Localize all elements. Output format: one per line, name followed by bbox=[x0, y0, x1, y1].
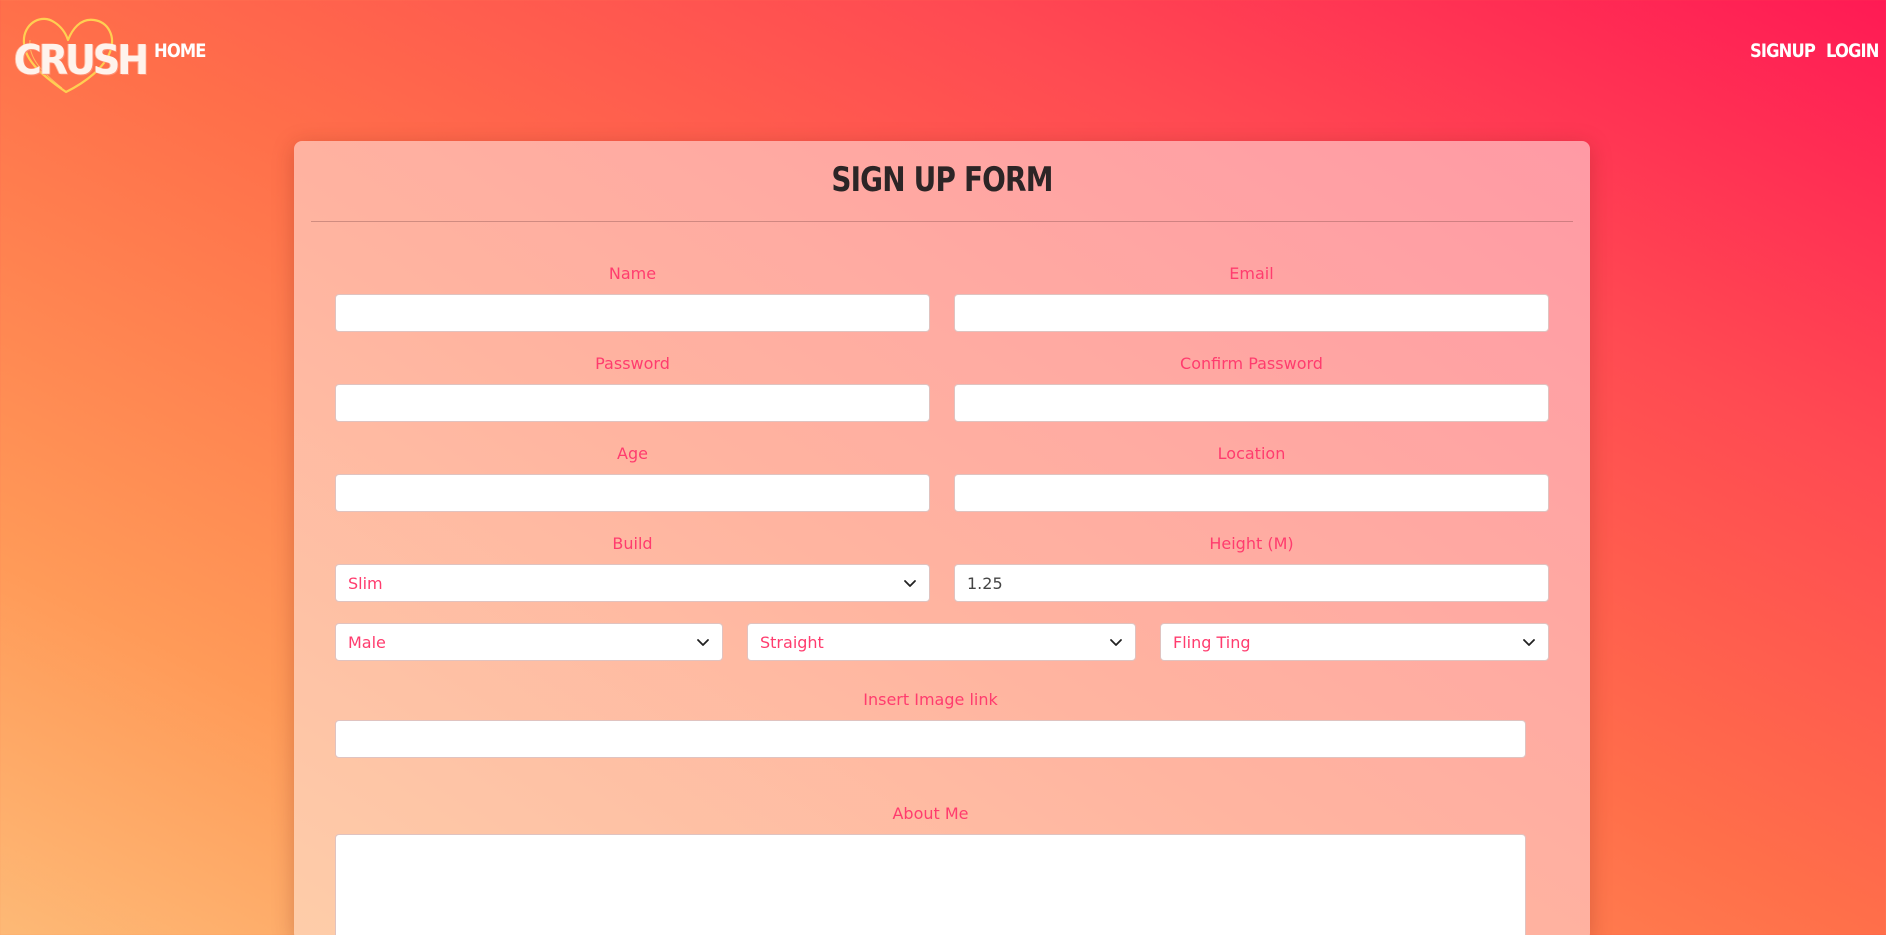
about-me-textarea[interactable] bbox=[335, 834, 1526, 935]
chevron-down-icon bbox=[1523, 639, 1535, 646]
password-input[interactable] bbox=[335, 384, 930, 422]
title-divider bbox=[311, 221, 1573, 222]
about-me-label: About Me bbox=[892, 804, 969, 823]
orientation-selected-value: Straight bbox=[760, 632, 824, 652]
gender-selected-value: Male bbox=[348, 632, 386, 652]
build-selected-value: Slim bbox=[348, 573, 383, 593]
location-input[interactable] bbox=[954, 474, 1549, 512]
chevron-down-icon bbox=[904, 580, 916, 587]
image-link-input[interactable] bbox=[335, 720, 1526, 758]
name-label: Name bbox=[608, 264, 657, 283]
nav-login-link[interactable]: LOGIN bbox=[1826, 40, 1879, 62]
chevron-down-icon bbox=[697, 639, 709, 646]
build-label: Build bbox=[612, 534, 653, 553]
nav-signup-link[interactable]: SIGNUP bbox=[1750, 40, 1816, 62]
image-link-label: Insert Image link bbox=[863, 690, 998, 709]
relationship-type-select[interactable]: Fling Ting bbox=[1160, 623, 1549, 661]
password-label: Password bbox=[595, 354, 670, 373]
email-input[interactable] bbox=[954, 294, 1549, 332]
signup-form-card: SIGN UP FORM Name Email Password Confirm… bbox=[294, 141, 1590, 935]
height-input[interactable] bbox=[954, 564, 1549, 602]
age-input[interactable] bbox=[335, 474, 930, 512]
location-label: Location bbox=[1217, 444, 1286, 463]
confirm-password-label: Confirm Password bbox=[1180, 354, 1323, 373]
height-label: Height (M) bbox=[1209, 534, 1294, 553]
crush-logo[interactable]: CRUSH bbox=[12, 8, 149, 98]
confirm-password-input[interactable] bbox=[954, 384, 1549, 422]
orientation-select[interactable]: Straight bbox=[747, 623, 1136, 661]
build-select[interactable]: Slim bbox=[335, 564, 930, 602]
form-title: SIGN UP FORM bbox=[831, 160, 1053, 200]
email-label: Email bbox=[1229, 264, 1274, 283]
relationship-selected-value: Fling Ting bbox=[1173, 632, 1251, 652]
age-label: Age bbox=[617, 444, 648, 463]
chevron-down-icon bbox=[1110, 639, 1122, 646]
logo-text: CRUSH bbox=[14, 36, 149, 84]
gender-select[interactable]: Male bbox=[335, 623, 723, 661]
nav-home-link[interactable]: HOME bbox=[154, 40, 206, 62]
name-input[interactable] bbox=[335, 294, 930, 332]
